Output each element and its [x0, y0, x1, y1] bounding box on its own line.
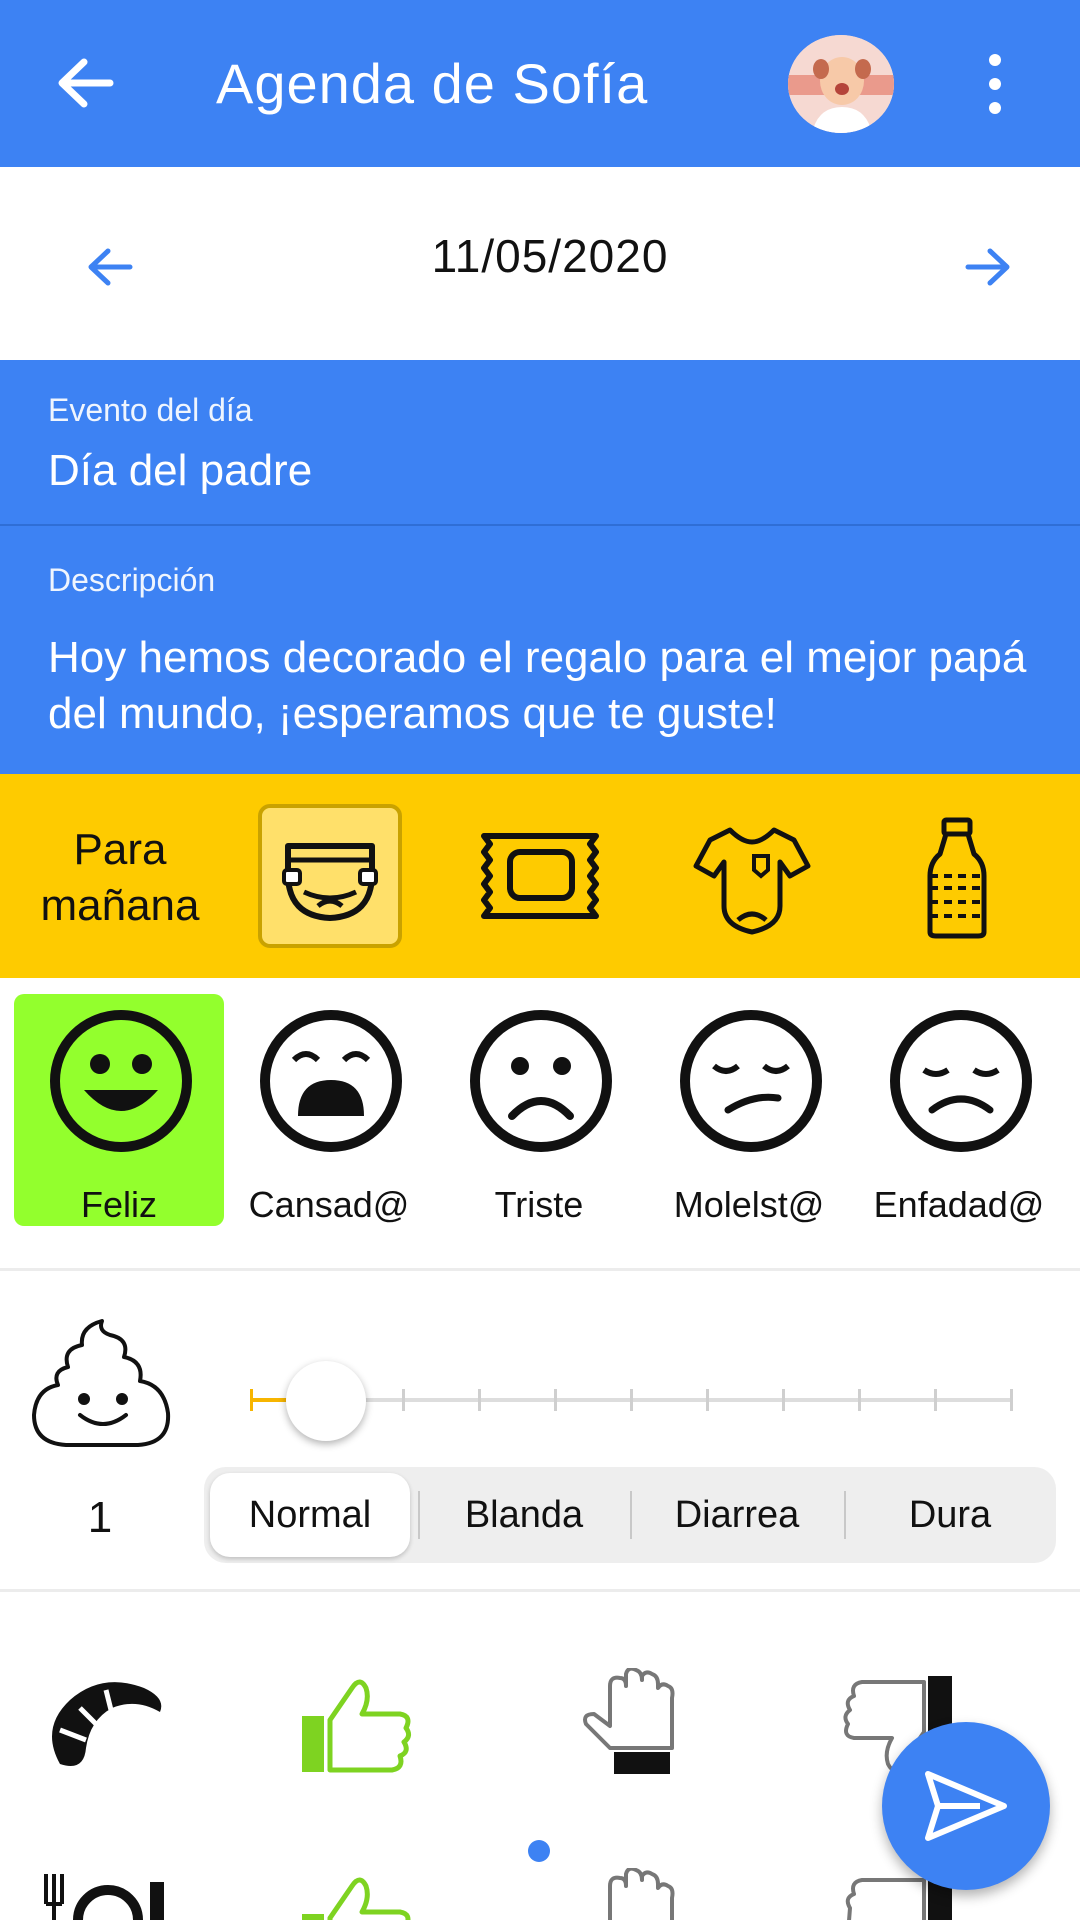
- water-bottle-item[interactable]: [890, 804, 1034, 948]
- description-value[interactable]: Hoy hemos decorado el regalo para el mej…: [48, 630, 1048, 742]
- water-bottle-icon: [927, 817, 987, 939]
- thumbs-up-icon[interactable]: [300, 1676, 412, 1776]
- slider-tick: [554, 1389, 557, 1411]
- poop-count-slider[interactable]: [250, 1361, 1013, 1441]
- send-button[interactable]: [882, 1722, 1050, 1890]
- happy-face-icon: [50, 1010, 192, 1152]
- back-arrow-icon[interactable]: [50, 48, 120, 118]
- upset-face-icon: [890, 1010, 1032, 1152]
- slider-tick: [478, 1389, 481, 1411]
- slider-tick: [934, 1389, 937, 1411]
- mood-label: Cansad@: [248, 1184, 410, 1225]
- annoyed-face-icon: [680, 1010, 822, 1152]
- mood-label: Molelst@: [673, 1184, 825, 1225]
- event-field[interactable]: Evento del día Día del padre: [0, 360, 1080, 526]
- tomorrow-label: Para mañana: [40, 825, 200, 930]
- mood-tired[interactable]: Cansad@: [224, 994, 434, 1226]
- avatar[interactable]: [788, 35, 894, 133]
- mood-label: Enfadad@: [873, 1184, 1045, 1225]
- slider-tick: [630, 1389, 633, 1411]
- event-label: Evento del día: [48, 392, 253, 428]
- current-date[interactable]: 11/05/2020: [0, 229, 1080, 283]
- poop-type-selector: Normal Blanda Diarrea Dura: [204, 1467, 1056, 1563]
- neutral-hand-icon[interactable]: [580, 1868, 680, 1920]
- wipes-icon: [481, 833, 599, 919]
- slider-tick: [402, 1389, 405, 1411]
- send-icon: [925, 1771, 1007, 1841]
- mood-annoyed[interactable]: Molelst@: [644, 994, 854, 1226]
- fork-plate-icon: [44, 1874, 164, 1920]
- slider-tick: [706, 1389, 709, 1411]
- segment-divider: [630, 1491, 632, 1539]
- slider-thumb[interactable]: [286, 1361, 366, 1441]
- wipes-item[interactable]: [468, 804, 612, 948]
- slider-tick: [858, 1389, 861, 1411]
- segment-divider: [418, 1491, 420, 1539]
- more-options-icon[interactable]: [980, 50, 1010, 120]
- poop-type-hard[interactable]: Dura: [848, 1473, 1052, 1557]
- slider-tick: [782, 1389, 785, 1411]
- mood-selector: Feliz Cansad@ Triste Molelst@ Enfadad@: [0, 978, 1080, 1271]
- event-value[interactable]: Día del padre: [48, 446, 312, 496]
- neutral-hand-icon[interactable]: [580, 1668, 680, 1780]
- poop-type-diarrhea[interactable]: Diarrea: [634, 1473, 840, 1557]
- description-label: Descripción: [48, 562, 216, 598]
- slider-tick: [1010, 1389, 1013, 1411]
- poop-type-normal[interactable]: Normal: [210, 1473, 410, 1557]
- page-title: Agenda de Sofía: [216, 52, 649, 115]
- diaper-item[interactable]: [258, 804, 402, 948]
- poop-tracker: 1 Normal Blanda Diarrea Dura: [0, 1271, 1080, 1592]
- page-indicator-dot: [528, 1840, 550, 1862]
- next-day-arrow-icon[interactable]: [958, 237, 1018, 297]
- tomorrow-needs-bar: Para mañana: [0, 774, 1080, 978]
- tired-face-icon: [260, 1010, 402, 1152]
- mood-label: Triste: [494, 1184, 584, 1225]
- bodysuit-item[interactable]: [678, 804, 822, 948]
- bodysuit-icon: [693, 827, 811, 935]
- poop-type-soft[interactable]: Blanda: [422, 1473, 626, 1557]
- mood-happy[interactable]: Feliz: [14, 994, 224, 1226]
- segment-divider: [844, 1491, 846, 1539]
- mood-angry[interactable]: Enfadad@: [854, 994, 1064, 1226]
- diaper-icon: [282, 843, 378, 921]
- slider-tick: [250, 1389, 253, 1411]
- poop-count: 1: [87, 1493, 113, 1542]
- app-bar: Agenda de Sofía: [0, 0, 1080, 167]
- mood-label: Feliz: [80, 1184, 157, 1225]
- description-field[interactable]: Descripción Hoy hemos decorado el regalo…: [0, 526, 1080, 774]
- thumbs-up-icon[interactable]: [300, 1874, 412, 1920]
- croissant-icon: [52, 1682, 162, 1766]
- poop-icon: [32, 1319, 171, 1447]
- mood-sad[interactable]: Triste: [434, 994, 644, 1226]
- sad-face-icon: [470, 1010, 612, 1152]
- date-navigator: 11/05/2020: [0, 167, 1080, 360]
